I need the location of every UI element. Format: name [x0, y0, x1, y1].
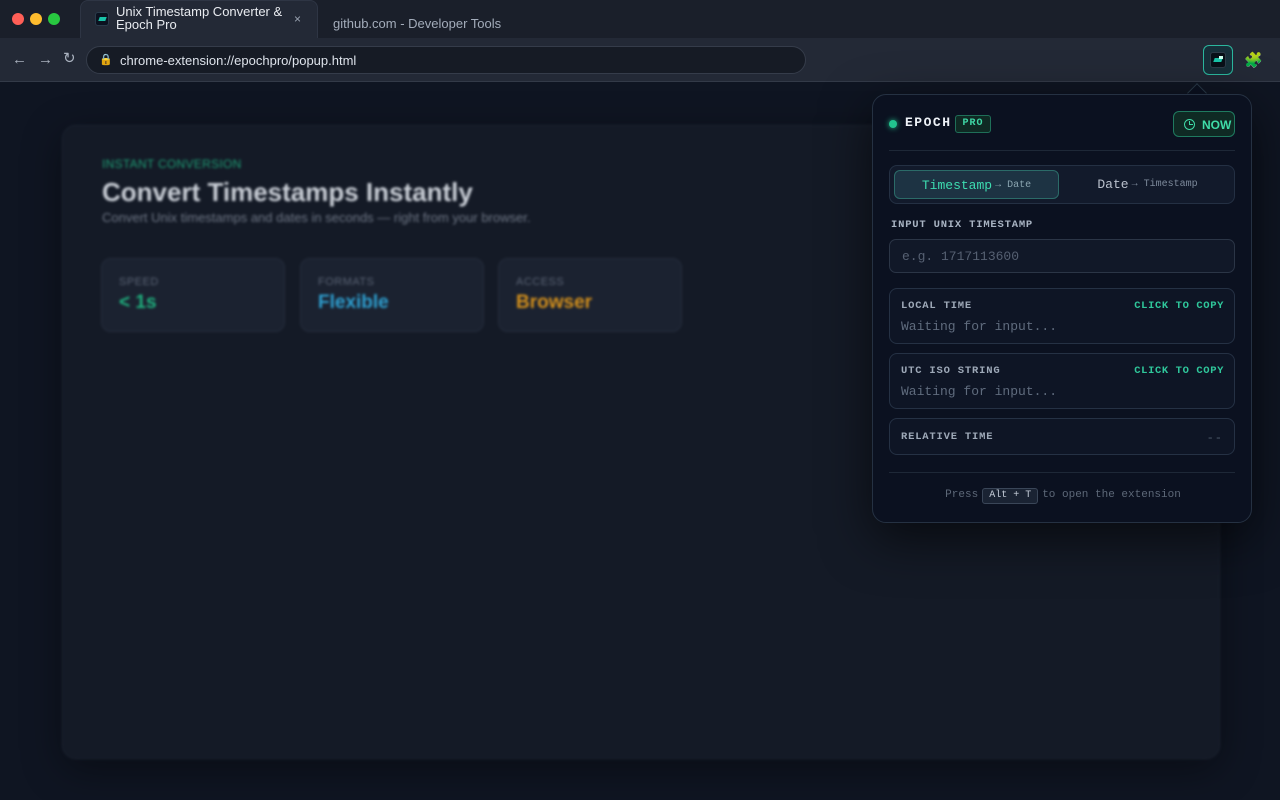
shortcut-hint-before: Press	[945, 489, 979, 501]
mode-toggle: Timestamp → Date Date → Timestamp	[889, 165, 1235, 204]
tab-close-icon[interactable]: ×	[294, 13, 301, 26]
local-time-copy-hint[interactable]: CLICK TO COPY	[1134, 300, 1224, 312]
mode-sub-label: → Date	[995, 180, 1032, 191]
brand-name: EPOCH	[905, 115, 952, 130]
window-maximize-button[interactable]	[48, 13, 60, 25]
lock-icon: 🔒	[99, 54, 113, 66]
url-text: chrome-extension://epochpro/popup.html	[120, 53, 357, 68]
page-title: Convert Timestamps Instantly	[102, 177, 473, 207]
mode-date-to-timestamp[interactable]: Date → Timestamp	[1065, 170, 1230, 199]
shortcut-hint-after: to open the extension	[1042, 489, 1181, 501]
now-button-label: NOW	[1202, 118, 1232, 132]
now-button[interactable]: NOW	[1173, 111, 1235, 137]
stat-value: Flexible	[318, 292, 389, 313]
tab-bar: Unix Timestamp Converter & Epoch Pro × g…	[0, 0, 1280, 40]
page-subtitle: Convert Unix timestamps and dates in sec…	[102, 210, 531, 225]
stat-label: SPEED	[119, 276, 159, 288]
tab-title: Unix Timestamp Converter & Epoch Pro	[116, 4, 283, 32]
stat-label: ACCESS	[516, 276, 565, 288]
relative-time-title: RELATIVE TIME	[901, 431, 994, 443]
pro-badge: PRO	[955, 115, 991, 133]
relative-time-card: RELATIVE TIME --	[889, 418, 1235, 455]
address-bar[interactable]: 🔒 chrome-extension://epochpro/popup.html	[86, 46, 806, 74]
clock-icon	[1184, 119, 1195, 130]
stat-card-speed: SPEED < 1s	[101, 258, 285, 332]
tab-epoch-pro[interactable]: Unix Timestamp Converter & Epoch Pro ×	[80, 0, 318, 40]
mode-sub-label: → Timestamp	[1131, 179, 1198, 190]
stat-value: Browser	[516, 292, 593, 313]
back-arrow-icon[interactable]: ←	[12, 52, 27, 68]
local-time-card[interactable]: LOCAL TIME CLICK TO COPY Waiting for inp…	[889, 288, 1235, 344]
input-label: INPUT UNIX TIMESTAMP	[891, 219, 1034, 231]
divider	[889, 150, 1235, 151]
page-eyebrow: INSTANT CONVERSION	[102, 157, 242, 171]
status-indicator	[889, 120, 897, 128]
tab-github[interactable]: github.com - Developer Tools	[333, 16, 501, 31]
shortcut-hint: Press Alt + Tto open the extension	[873, 488, 1253, 504]
browser-toolbar: ← → ↻ 🔒 chrome-extension://epochpro/popu…	[0, 38, 1280, 82]
epoch-pro-icon	[1210, 52, 1226, 68]
forward-arrow-icon[interactable]: →	[38, 52, 53, 68]
local-time-value: Waiting for input...	[901, 319, 1058, 334]
window-close-button[interactable]	[12, 13, 24, 25]
utc-iso-value: Waiting for input...	[901, 384, 1058, 399]
mode-main-label: Date	[1097, 177, 1129, 192]
timestamp-input[interactable]	[889, 239, 1235, 273]
utc-iso-card[interactable]: UTC ISO STRING CLICK TO COPY Waiting for…	[889, 353, 1235, 409]
utc-iso-title: UTC ISO STRING	[901, 365, 1001, 377]
epoch-pro-favicon-icon	[95, 12, 109, 26]
stat-value: < 1s	[119, 292, 157, 313]
relative-time-value: --	[1206, 431, 1223, 445]
puzzle-icon[interactable]: 🧩	[1244, 51, 1263, 69]
mode-timestamp-to-date[interactable]: Timestamp → Date	[894, 170, 1059, 199]
epoch-pro-extension-button[interactable]	[1203, 45, 1233, 75]
stat-card-formats: FORMATS Flexible	[300, 258, 484, 332]
window-minimize-button[interactable]	[30, 13, 42, 25]
utc-iso-copy-hint[interactable]: CLICK TO COPY	[1134, 365, 1224, 377]
divider	[889, 472, 1235, 473]
stat-card-access: ACCESS Browser	[498, 258, 682, 332]
local-time-title: LOCAL TIME	[901, 300, 973, 312]
mode-main-label: Timestamp	[921, 178, 993, 193]
extension-popup: EPOCH PRO NOW Timestamp → Date Date → Time…	[872, 94, 1252, 523]
stat-label: FORMATS	[318, 276, 375, 288]
keyboard-shortcut: Alt + T	[982, 488, 1039, 504]
reload-icon[interactable]: ↻	[63, 51, 76, 67]
